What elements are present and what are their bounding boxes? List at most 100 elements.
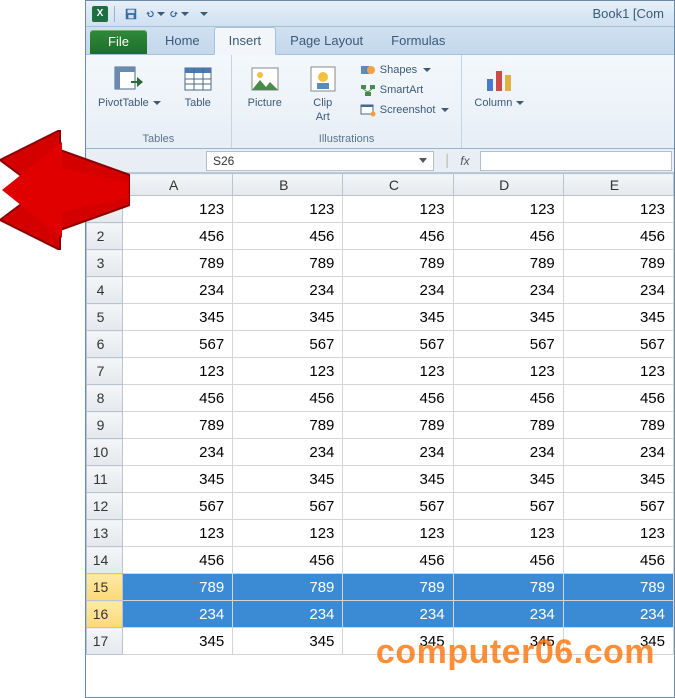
cell[interactable]: 567	[233, 493, 343, 520]
row-header[interactable]: 15	[87, 574, 123, 601]
cell[interactable]: 789	[563, 412, 673, 439]
cell[interactable]: 345	[453, 304, 563, 331]
qat-customize-button[interactable]	[193, 4, 213, 24]
row-header[interactable]: 17	[87, 628, 123, 655]
cell[interactable]: 234	[123, 439, 233, 466]
cell[interactable]: 123	[343, 520, 453, 547]
col-header[interactable]: B	[233, 174, 343, 196]
cell[interactable]: 789	[233, 412, 343, 439]
cell[interactable]: 234	[563, 439, 673, 466]
cell[interactable]: 234	[453, 439, 563, 466]
cell[interactable]: 123	[563, 520, 673, 547]
row-header[interactable]: 14	[87, 547, 123, 574]
tab-insert[interactable]: Insert	[214, 27, 277, 55]
column-chart-button[interactable]: Column	[470, 61, 528, 111]
cell[interactable]: 345	[453, 628, 563, 655]
col-header[interactable]: A	[123, 174, 233, 196]
cell[interactable]: 456	[123, 385, 233, 412]
cell[interactable]: 567	[563, 331, 673, 358]
cell[interactable]: 456	[563, 385, 673, 412]
cell[interactable]: 345	[343, 304, 453, 331]
cell[interactable]: 123	[343, 196, 453, 223]
cell[interactable]: 234	[453, 601, 563, 628]
cell[interactable]: 456	[453, 547, 563, 574]
cell[interactable]: 345	[123, 466, 233, 493]
cell[interactable]: 123	[123, 358, 233, 385]
cell[interactable]: 345	[563, 628, 673, 655]
cell[interactable]: 345	[233, 304, 343, 331]
row-header[interactable]: 12	[87, 493, 123, 520]
cell[interactable]: 123	[343, 358, 453, 385]
worksheet-grid[interactable]: A B C D E 112312312312312324564564564564…	[86, 173, 674, 697]
cell[interactable]: 345	[453, 466, 563, 493]
cell[interactable]: 789	[123, 412, 233, 439]
cell[interactable]: 456	[563, 547, 673, 574]
undo-button[interactable]	[145, 4, 165, 24]
cell[interactable]: 234	[233, 277, 343, 304]
cell[interactable]: 567	[233, 331, 343, 358]
shapes-button[interactable]: Shapes	[356, 61, 454, 79]
cell[interactable]: 456	[233, 385, 343, 412]
cell[interactable]: 456	[343, 547, 453, 574]
cell[interactable]: 789	[233, 574, 343, 601]
cell[interactable]: 456	[343, 385, 453, 412]
cell[interactable]: 123	[123, 520, 233, 547]
cell[interactable]: 234	[343, 601, 453, 628]
cell[interactable]: 789	[233, 250, 343, 277]
screenshot-button[interactable]: Screenshot	[356, 101, 454, 119]
cell[interactable]: 345	[563, 466, 673, 493]
row-header[interactable]: 13	[87, 520, 123, 547]
row-header[interactable]: 11	[87, 466, 123, 493]
cell[interactable]: 234	[563, 277, 673, 304]
cell[interactable]: 123	[233, 196, 343, 223]
cell[interactable]: 567	[563, 493, 673, 520]
name-box[interactable]: S26	[206, 151, 434, 171]
cell[interactable]: 123	[453, 196, 563, 223]
col-header[interactable]: E	[563, 174, 673, 196]
row-header[interactable]: 3	[87, 250, 123, 277]
cell[interactable]: 234	[343, 277, 453, 304]
cell[interactable]: 234	[453, 277, 563, 304]
cell[interactable]: 123	[453, 358, 563, 385]
cell[interactable]: 456	[123, 547, 233, 574]
cell[interactable]: 789	[123, 250, 233, 277]
cell[interactable]: 789	[453, 574, 563, 601]
formula-bar-input[interactable]	[480, 151, 672, 171]
cell[interactable]: 345	[563, 304, 673, 331]
cell[interactable]: 789	[123, 574, 233, 601]
file-tab[interactable]: File	[90, 30, 147, 54]
row-header[interactable]: 5	[87, 304, 123, 331]
fx-label[interactable]: fx	[460, 154, 469, 168]
tab-page-layout[interactable]: Page Layout	[276, 28, 377, 54]
redo-button[interactable]	[169, 4, 189, 24]
cell[interactable]: 456	[343, 223, 453, 250]
cell[interactable]: 567	[123, 493, 233, 520]
tab-formulas[interactable]: Formulas	[377, 28, 459, 54]
tab-home[interactable]: Home	[151, 28, 214, 54]
cell[interactable]: 456	[123, 223, 233, 250]
row-header[interactable]: 7	[87, 358, 123, 385]
cell[interactable]: 456	[563, 223, 673, 250]
cell[interactable]: 234	[123, 601, 233, 628]
cell[interactable]: 789	[343, 412, 453, 439]
cell[interactable]: 456	[233, 223, 343, 250]
col-header[interactable]: C	[343, 174, 453, 196]
row-header[interactable]: 10	[87, 439, 123, 466]
cell[interactable]: 567	[453, 493, 563, 520]
cell[interactable]: 234	[233, 601, 343, 628]
cell[interactable]: 345	[343, 628, 453, 655]
cell[interactable]: 789	[563, 574, 673, 601]
col-header[interactable]: D	[453, 174, 563, 196]
row-header[interactable]: 6	[87, 331, 123, 358]
save-button[interactable]	[121, 4, 141, 24]
cell[interactable]: 789	[453, 412, 563, 439]
cell[interactable]: 567	[123, 331, 233, 358]
cell[interactable]: 123	[563, 196, 673, 223]
cell[interactable]: 234	[343, 439, 453, 466]
cell[interactable]: 345	[123, 628, 233, 655]
pivottable-button[interactable]: PivotTable	[94, 61, 165, 111]
cell[interactable]: 234	[123, 277, 233, 304]
cell[interactable]: 456	[453, 223, 563, 250]
cell[interactable]: 456	[233, 547, 343, 574]
cell[interactable]: 123	[233, 520, 343, 547]
